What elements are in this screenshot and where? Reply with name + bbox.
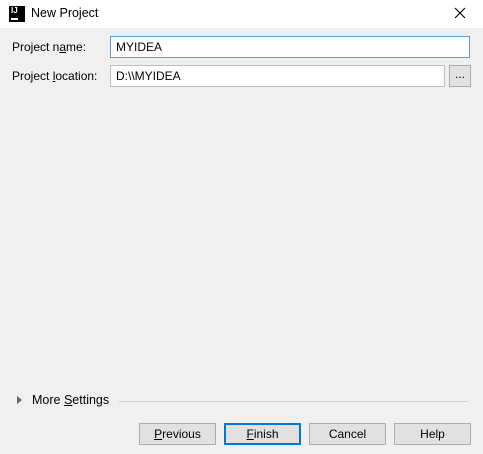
expand-triangle-icon (17, 396, 22, 404)
project-location-input[interactable]: D:\\MYIDEA (110, 65, 445, 87)
project-location-label-pre: Project (12, 69, 53, 83)
title-bar: IJ New Project (0, 0, 483, 28)
project-name-label: Project name: (12, 40, 86, 54)
cancel-button[interactable]: Cancel (309, 423, 386, 445)
finish-mnemonic: F (246, 427, 254, 441)
app-icon-bar (11, 18, 18, 20)
more-settings-separator (119, 401, 468, 402)
close-button[interactable] (451, 4, 469, 22)
previous-label-rest: revious (162, 427, 201, 441)
browse-location-button[interactable]: ... (449, 65, 471, 87)
window-title: New Project (31, 6, 99, 20)
project-location-label-post: ocation: (55, 69, 98, 83)
more-settings-label: More Settings (32, 393, 109, 407)
close-icon (454, 7, 466, 19)
more-settings-label-post: ettings (72, 393, 110, 407)
finish-label-rest: inish (253, 427, 279, 441)
previous-button[interactable]: Previous (139, 423, 216, 445)
help-button[interactable]: Help (394, 423, 471, 445)
more-settings-label-pre: More (32, 393, 64, 407)
project-location-label: Project location: (12, 69, 97, 83)
intellij-app-icon: IJ (9, 6, 25, 22)
previous-mnemonic: P (154, 427, 163, 441)
project-name-input[interactable]: MYIDEA (110, 36, 470, 58)
app-icon-text: IJ (11, 6, 18, 15)
project-name-label-pre: Project n (12, 40, 60, 54)
project-name-label-post: me: (66, 40, 87, 54)
finish-button[interactable]: Finish (224, 423, 301, 445)
